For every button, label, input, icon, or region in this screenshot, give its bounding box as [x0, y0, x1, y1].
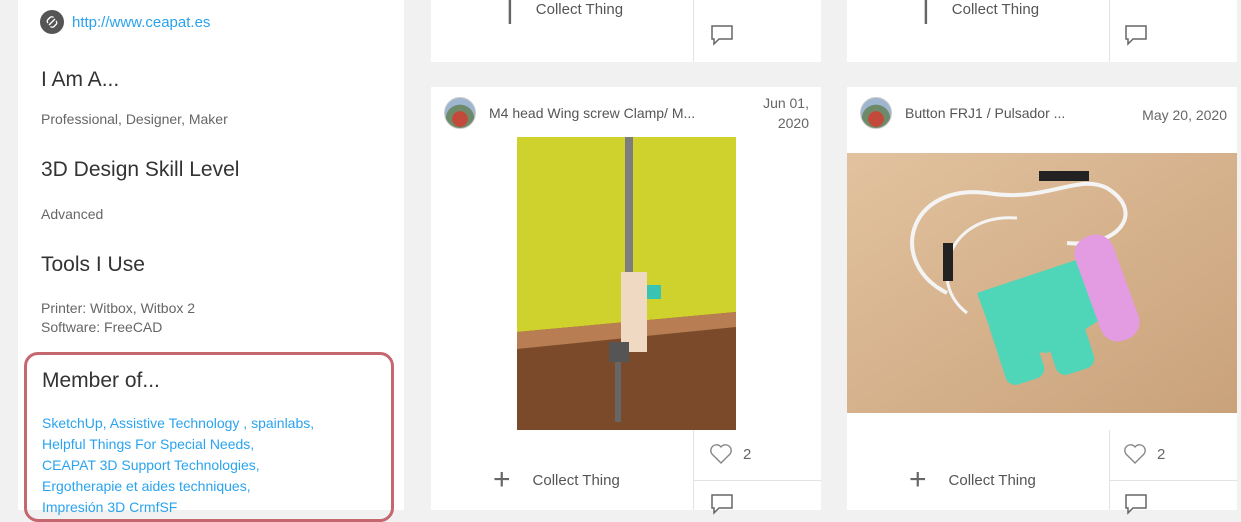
tools-printer: Printer: Witbox, Witbox 2: [41, 300, 196, 316]
plus-icon: +: [493, 463, 511, 496]
group-link[interactable]: Impresión 3D CrmfSF: [42, 499, 177, 515]
group-link[interactable]: Assistive Technology ,: [110, 415, 247, 431]
divider: [693, 480, 821, 481]
comment-icon[interactable]: [1124, 24, 1148, 46]
group-links: SketchUp, Assistive Technology , spainla…: [42, 413, 314, 518]
group-link[interactable]: CEAPAT 3D Support Technologies,: [42, 457, 260, 473]
comment-icon[interactable]: [710, 493, 734, 515]
skill-value: Advanced: [41, 206, 104, 222]
collect-thing-button[interactable]: + Collect Thing: [493, 465, 620, 495]
skill-heading: 3D Design Skill Level: [41, 158, 240, 181]
collect-thing-button[interactable]: | Collect Thing: [922, 0, 1039, 24]
divider: [1109, 430, 1110, 510]
avatar[interactable]: [860, 97, 892, 129]
like-button[interactable]: 2: [1123, 443, 1165, 465]
thing-card[interactable]: M4 head Wing screw Clamp/ M... Jun 01, 2…: [431, 87, 821, 515]
plus-icon: |: [922, 0, 930, 25]
group-link[interactable]: Ergotherapie et aides techniques,: [42, 478, 251, 494]
thing-card-partial: | Collect Thing: [431, 0, 821, 62]
comment-icon[interactable]: [1124, 493, 1148, 515]
iam-heading: I Am A...: [41, 68, 120, 91]
like-button[interactable]: 2: [709, 443, 751, 465]
like-count: 2: [1157, 445, 1166, 463]
member-heading: Member of...: [42, 369, 160, 392]
plus-icon: |: [506, 0, 514, 25]
collect-thing-button[interactable]: + Collect Thing: [909, 465, 1036, 495]
divider: [1109, 480, 1237, 481]
tools-heading: Tools I Use: [41, 253, 145, 276]
link-icon: [40, 10, 64, 34]
plus-icon: +: [909, 463, 927, 496]
thing-image[interactable]: [517, 137, 736, 430]
iam-value: Professional, Designer, Maker: [41, 111, 228, 127]
tools-software: Software: FreeCAD: [41, 319, 163, 335]
group-link[interactable]: Helpful Things For Special Needs,: [42, 436, 254, 452]
thing-title[interactable]: Button FRJ1 / Pulsador ...: [905, 105, 1065, 121]
profile-sidebar: http://www.ceapat.es I Am A... Professio…: [18, 0, 404, 522]
member-of-highlight: Member of... SketchUp, Assistive Technol…: [24, 352, 394, 522]
comment-icon[interactable]: [710, 24, 734, 46]
divider: [1109, 0, 1110, 62]
thing-date: Jun 01, 2020: [763, 95, 809, 131]
thing-image[interactable]: [847, 153, 1237, 413]
website-link[interactable]: http://www.ceapat.es: [72, 14, 210, 31]
heart-icon: [710, 444, 732, 464]
group-link[interactable]: SketchUp,: [42, 415, 107, 431]
divider: [693, 430, 694, 510]
heart-icon: [1124, 444, 1146, 464]
group-link[interactable]: spainlabs,: [251, 415, 314, 431]
avatar[interactable]: [444, 97, 476, 129]
thing-title[interactable]: M4 head Wing screw Clamp/ M...: [489, 105, 695, 121]
thing-date: May 20, 2020: [1142, 107, 1227, 123]
website-row[interactable]: http://www.ceapat.es: [40, 8, 210, 36]
thing-card[interactable]: Button FRJ1 / Pulsador ... May 20, 2020 …: [847, 87, 1237, 515]
divider: [693, 0, 694, 62]
like-count: 2: [743, 445, 752, 463]
collect-thing-button[interactable]: | Collect Thing: [506, 0, 623, 24]
thing-card-partial: | Collect Thing: [847, 0, 1237, 62]
